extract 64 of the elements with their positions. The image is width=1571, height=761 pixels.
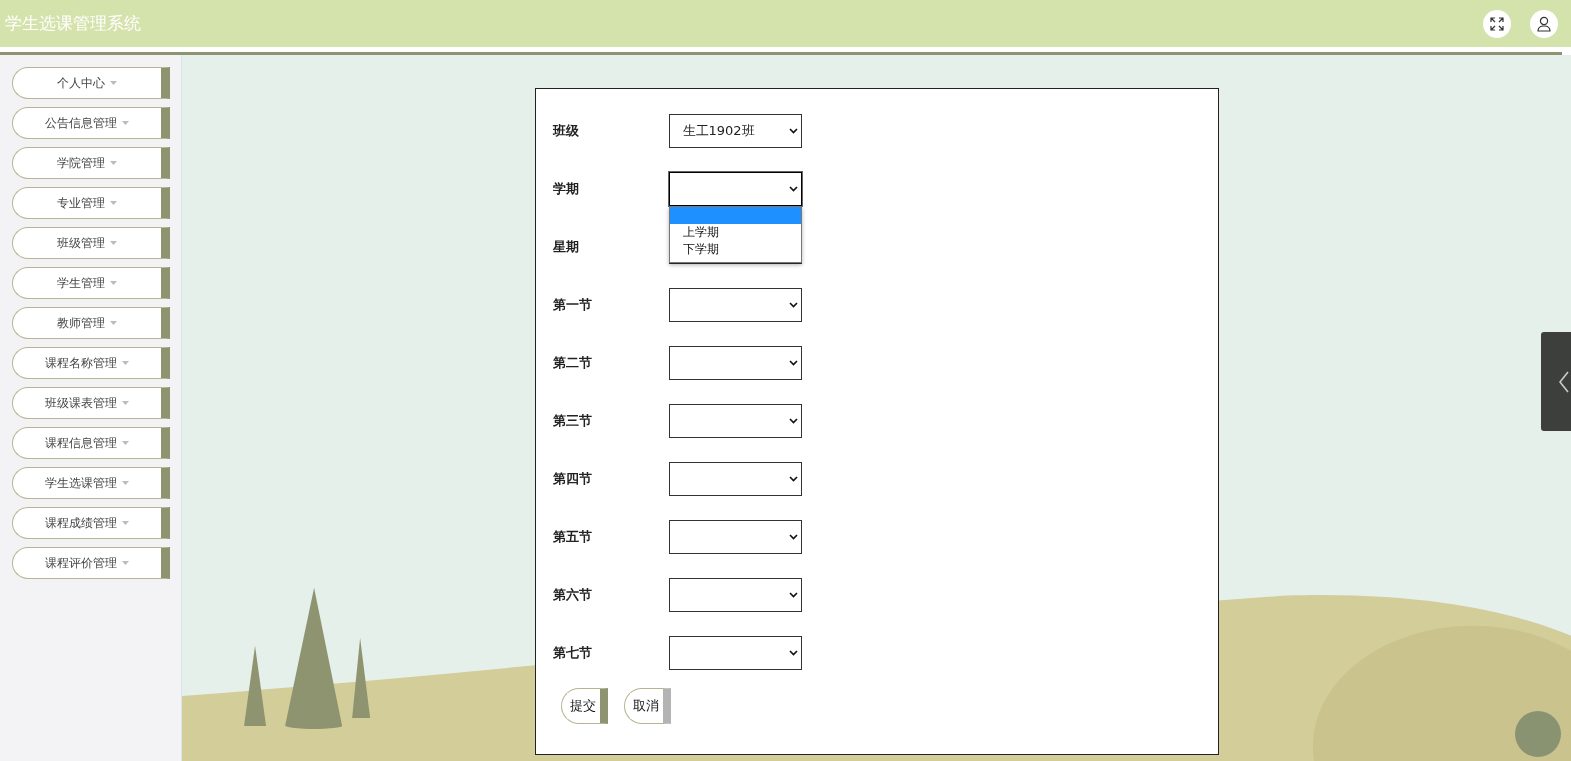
field-label: 第五节 <box>552 528 593 546</box>
select-field[interactable] <box>668 404 802 438</box>
chevron-icon <box>788 360 798 366</box>
chevron-icon <box>788 302 798 308</box>
fullscreen-button[interactable] <box>1483 9 1511 38</box>
sidebar-item[interactable]: 专业管理 <box>12 187 170 219</box>
sidebar-item[interactable]: 班级课表管理 <box>12 387 170 419</box>
select-field[interactable] <box>668 520 802 554</box>
sidebar-item[interactable]: 教师管理 <box>12 307 170 339</box>
caret-icon <box>122 521 129 525</box>
caret-icon <box>110 161 117 165</box>
sidebar-item[interactable]: 课程评价管理 <box>12 547 170 579</box>
dropdown-option[interactable]: 上学期 <box>669 224 801 241</box>
caret-icon <box>110 81 117 85</box>
sidebar-item[interactable]: 公告信息管理 <box>12 107 170 139</box>
chevron-icon <box>788 476 798 482</box>
field-label: 第四节 <box>552 470 593 488</box>
caret-icon <box>122 561 129 565</box>
field-label: 第六节 <box>552 586 593 604</box>
user-icon <box>1537 15 1551 32</box>
caret-icon <box>122 361 129 365</box>
expand-icon <box>1490 16 1504 31</box>
field-label: 第七节 <box>552 644 593 662</box>
caret-icon <box>110 201 117 205</box>
dropdown-option[interactable]: 下学期 <box>669 241 801 258</box>
submit-button[interactable]: 提交 <box>560 688 608 724</box>
sidebar-item[interactable]: 课程名称管理 <box>12 347 170 379</box>
select-field[interactable] <box>668 172 802 206</box>
select-field[interactable] <box>668 636 802 670</box>
select-field[interactable] <box>668 578 802 612</box>
field-label: 第一节 <box>552 296 593 314</box>
cancel-button[interactable]: 取消 <box>623 688 671 724</box>
chevron-icon <box>788 418 798 424</box>
select-field[interactable] <box>668 288 802 322</box>
caret-icon <box>122 121 129 125</box>
sidebar-item[interactable]: 课程成绩管理 <box>12 507 170 539</box>
field-label: 学期 <box>552 180 580 198</box>
field-label: 班级 <box>552 122 580 140</box>
sidebar-item[interactable]: 班级管理 <box>12 227 170 259</box>
select-field[interactable]: 生工1902班 <box>668 114 802 148</box>
field-label: 星期 <box>552 238 580 256</box>
chevron-left-icon <box>1559 370 1569 393</box>
chevron-icon <box>788 534 798 540</box>
chevron-icon <box>788 650 798 656</box>
chevron-icon <box>788 186 798 192</box>
caret-icon <box>110 321 117 325</box>
app-title: 学生选课管理系统 <box>5 12 141 35</box>
chevron-icon <box>788 592 798 598</box>
field-label: 第二节 <box>552 354 593 372</box>
field-label: 第三节 <box>552 412 593 430</box>
sidebar-item[interactable]: 个人中心 <box>12 67 170 99</box>
caret-icon <box>122 401 129 405</box>
sidebar-item[interactable]: 学院管理 <box>12 147 170 179</box>
caret-icon <box>122 481 129 485</box>
user-button[interactable] <box>1530 9 1558 38</box>
sidebar-item[interactable]: 学生管理 <box>12 267 170 299</box>
select-field[interactable] <box>668 462 802 496</box>
caret-icon <box>122 441 129 445</box>
caret-icon <box>110 281 117 285</box>
select-field[interactable] <box>668 346 802 380</box>
sidebar-item[interactable]: 课程信息管理 <box>12 427 170 459</box>
chevron-icon <box>788 128 798 134</box>
sidebar-item[interactable]: 学生选课管理 <box>12 467 170 499</box>
caret-icon <box>110 241 117 245</box>
